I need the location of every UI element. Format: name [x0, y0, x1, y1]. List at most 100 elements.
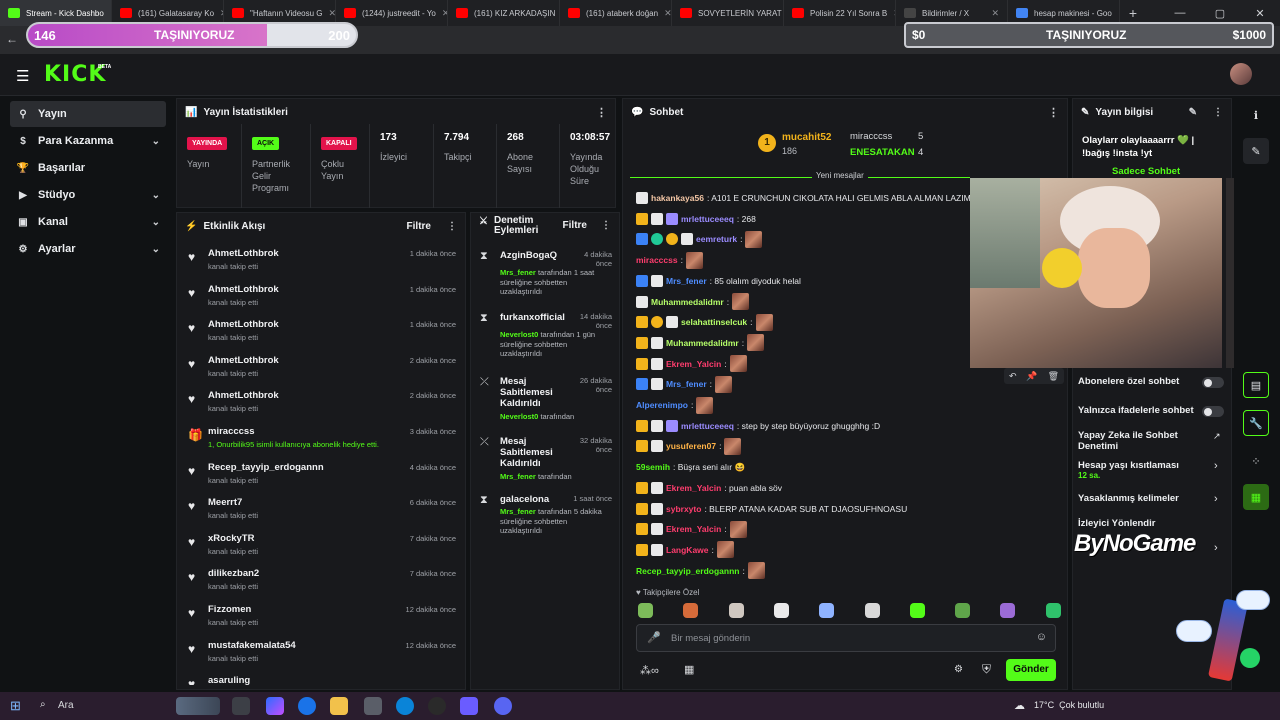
chat-message[interactable]: Recep_tayyip_erdogannn:	[636, 561, 765, 581]
back-arrow-icon[interactable]: ←	[6, 32, 18, 46]
top-gifter-name[interactable]: mucahit52	[782, 132, 831, 143]
chat-username[interactable]: Ekrem_Yalcin	[666, 524, 721, 534]
chevron-right-icon[interactable]: ›	[1214, 542, 1218, 554]
activity-username[interactable]: asaruling	[208, 675, 250, 685]
toggle-switch[interactable]	[1202, 377, 1224, 388]
info-more-icon[interactable]: ⋮	[1213, 107, 1223, 118]
chat-username[interactable]: eemreturk	[696, 234, 737, 244]
chat-more-icon[interactable]: ⋮	[1048, 106, 1059, 119]
moderator-name[interactable]: Mrs_fener	[500, 472, 536, 481]
chat-username[interactable]: selahattinselcuk	[681, 317, 747, 327]
user-avatar[interactable]	[1230, 63, 1252, 85]
sidebar-item-3[interactable]: ▶ Stüdyo ⌄	[10, 182, 166, 208]
browser-tab[interactable]: (161) KIZ ARKADAŞIN✕	[448, 0, 560, 26]
activity-username[interactable]: AhmetLothbrok	[208, 355, 279, 366]
delete-icon[interactable]: 🗑	[1048, 371, 1059, 382]
activity-username[interactable]: Fizzomen	[208, 604, 251, 615]
mod-shield-icon[interactable]: ⛨	[982, 662, 991, 677]
emoji-picker-icon[interactable]: ☺	[1036, 631, 1047, 643]
emote-option[interactable]	[955, 603, 971, 618]
stats-more-icon[interactable]: ⋮	[596, 106, 607, 119]
moderator-name[interactable]: Mrs_fener	[500, 507, 536, 516]
moderator-name[interactable]: Mrs_fener	[500, 268, 536, 277]
chevron-down-icon[interactable]: ⌄	[152, 244, 160, 255]
moderation-target[interactable]: Mesaj Sabitlemesi Kaldırıldı	[500, 436, 558, 469]
browser-tab[interactable]: (1244) justreedit - Yo✕	[336, 0, 448, 26]
activity-username[interactable]: xRockyTR	[208, 533, 254, 544]
activity-username[interactable]: AhmetLothbrok	[208, 248, 279, 259]
emote-option[interactable]	[1045, 603, 1061, 618]
chat-input-placeholder[interactable]: Bir mesaj gönderin	[671, 633, 750, 644]
activity-more-icon[interactable]: ⋮	[447, 221, 457, 232]
emote-option[interactable]	[1000, 603, 1016, 618]
moderation-more-icon[interactable]: ⋮	[601, 220, 611, 231]
gifter-2-name[interactable]: miracccss	[850, 131, 892, 142]
moderator-name[interactable]: Neverlost0	[500, 330, 538, 339]
edge-icon[interactable]	[396, 697, 414, 715]
activity-username[interactable]: AhmetLothbrok	[208, 319, 279, 330]
chevron-down-icon[interactable]: ⌄	[152, 190, 160, 201]
copilot-icon[interactable]	[266, 697, 284, 715]
chat-message[interactable]: Mrs_fener:	[636, 374, 733, 394]
chat-message[interactable]: Ekrem_Yalcin:	[636, 519, 747, 539]
toggle-switch[interactable]	[1202, 406, 1224, 417]
chat-message[interactable]: Mrs_fener: 85 olalım diyoduk helal	[636, 271, 801, 291]
chevron-right-icon[interactable]: ›	[1214, 460, 1218, 472]
chat-username[interactable]: Ekrem_Yalcin	[666, 483, 721, 493]
browser-tab[interactable]: (161) ataberk doğan ✕	[560, 0, 672, 26]
emote-option[interactable]	[683, 603, 699, 618]
chat-username[interactable]: yusuferen07	[666, 441, 716, 451]
sidebar-item-0[interactable]: ⚲ Yayın	[10, 101, 166, 127]
chat-username[interactable]: mrlettuceeeq	[681, 214, 734, 224]
chat-message[interactable]: miracccss:	[636, 250, 703, 270]
emote-option[interactable]	[909, 603, 925, 618]
chat-settings-icon[interactable]: ⚙	[954, 664, 963, 675]
moderation-filter-button[interactable]: Filtre	[563, 220, 587, 231]
chat-message[interactable]: hakankaya56: A101 E CRUNCHUN CIKOLATA HA…	[636, 188, 971, 208]
activity-username[interactable]: Recep_tayyip_erdogannn	[208, 462, 324, 473]
chat-message[interactable]: Ekrem_Yalcin: puan abla söv	[636, 478, 782, 498]
sidebar-item-2[interactable]: 🏆 Başarılar	[10, 155, 166, 181]
emote-option[interactable]	[819, 603, 835, 618]
moderation-target[interactable]: furkanxofficial	[500, 312, 565, 323]
chevron-right-icon[interactable]: ›	[1214, 493, 1218, 505]
chat-username[interactable]: LangKawe	[666, 545, 709, 555]
info-circle-icon[interactable]: ℹ	[1243, 102, 1269, 128]
taskbar-search-label[interactable]: Ara	[58, 700, 74, 711]
chat-username[interactable]: Mrs_fener	[666, 379, 707, 389]
wrench-icon[interactable]: 🔧	[1243, 410, 1269, 436]
activity-username[interactable]: AhmetLothbrok	[208, 390, 279, 401]
browser-tab[interactable]: Polisin 22 Yıl Sonra B✕	[784, 0, 896, 26]
chat-message[interactable]: LangKawe:	[636, 540, 734, 560]
chat-input-box[interactable]: 🎤 Bir mesaj gönderin ☺	[636, 624, 1056, 652]
app-icon[interactable]	[460, 697, 478, 715]
sidebar-item-5[interactable]: ⚙ Ayarlar ⌄	[10, 236, 166, 262]
edit-pencil-icon[interactable]: ✎	[1189, 107, 1197, 118]
reply-icon[interactable]: ↶	[1009, 371, 1017, 382]
chat-username[interactable]: mrlettuceeeq	[681, 421, 734, 431]
moderator-name[interactable]: Neverlost0	[500, 412, 538, 421]
microphone-icon[interactable]: 🎤	[647, 631, 661, 644]
weather-text[interactable]: 17°C Çok bulutlu	[1034, 700, 1104, 710]
store-icon[interactable]: ▦	[684, 663, 694, 676]
pin-icon[interactable]: 📌	[1026, 371, 1037, 382]
chrome-icon[interactable]	[298, 697, 316, 715]
discord-icon[interactable]	[494, 697, 512, 715]
apps-icon[interactable]: ⁘	[1243, 448, 1269, 474]
layout-icon[interactable]: ▤	[1243, 372, 1269, 398]
chat-message[interactable]: mrlettuceeeq: 268	[636, 209, 756, 229]
send-button[interactable]: Gönder	[1006, 659, 1056, 681]
chat-username[interactable]: Mrs_fener	[666, 276, 707, 286]
chat-message[interactable]: eemreturk:	[636, 229, 763, 249]
gifter-3-name[interactable]: ENESATAKAN	[850, 147, 915, 158]
chat-message[interactable]: mrlettuceeeq: step by step büyüyoruz ghu…	[636, 416, 880, 436]
chat-message[interactable]: 59semih: Büşra seni alır 😆	[636, 457, 745, 477]
chat-message[interactable]: sybrxyto: BLERP ATANA KADAR SUB AT DJAOS…	[636, 499, 907, 519]
chat-username[interactable]: Ekrem_Yalcin	[666, 359, 721, 369]
store-app-icon[interactable]	[364, 697, 382, 715]
windows-start-icon[interactable]: ⊞	[10, 698, 21, 714]
tab-close-icon[interactable]: ✕	[991, 8, 999, 19]
activity-username[interactable]: mustafakemalata54	[208, 640, 296, 651]
activity-username[interactable]: dilikezban2	[208, 568, 259, 579]
activity-username[interactable]: Meerrt7	[208, 497, 242, 508]
